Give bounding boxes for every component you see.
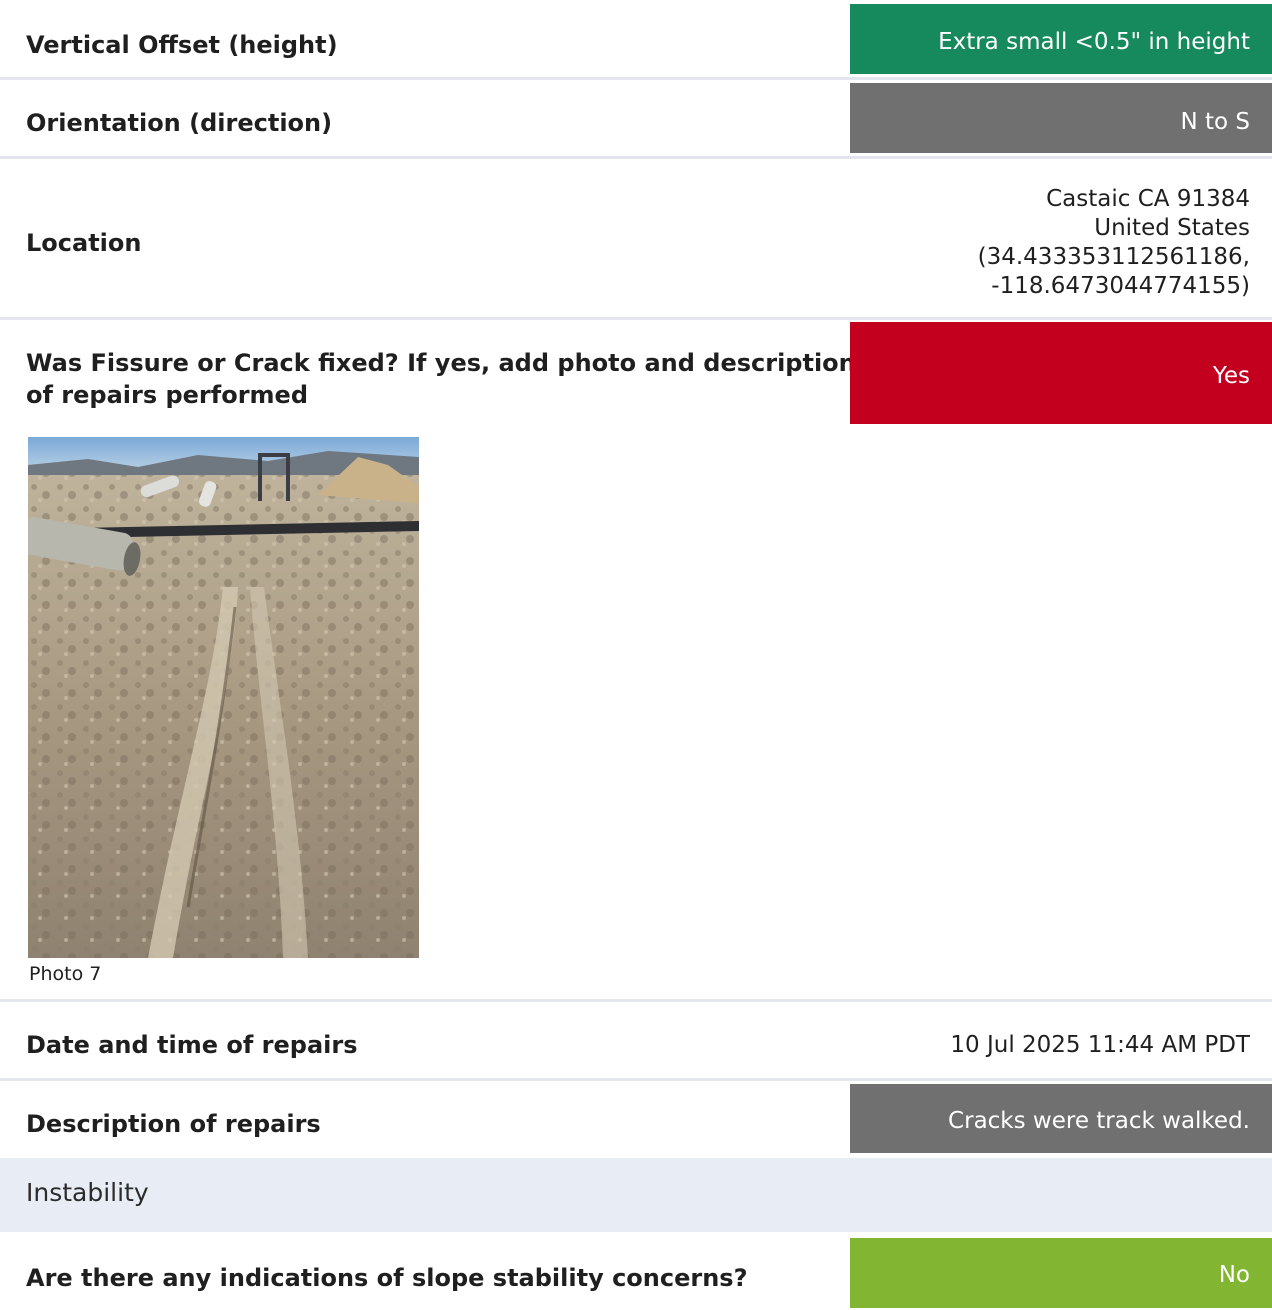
location-line: United States (1094, 215, 1250, 241)
row-vertical-offset: Vertical Offset (height) Extra small <0.… (0, 0, 1272, 78)
location-line: (34.433353112561186, (977, 244, 1250, 270)
row-slope-stability: Are there any indications of slope stabi… (0, 1234, 1272, 1310)
location-line: -118.6473044774155) (991, 273, 1250, 299)
repair-description-value: Cracks were track walked. (850, 1084, 1272, 1153)
repair-description-label: Description of repairs (26, 1110, 321, 1138)
fissure-fixed-label-line: of repairs performed (26, 381, 308, 409)
section-title: Instability (26, 1178, 149, 1207)
slope-stability-value: No (850, 1238, 1272, 1308)
photo-caption: Photo 7 (29, 963, 102, 985)
row-orientation: Orientation (direction) N to S (0, 80, 1272, 158)
fissure-fixed-value: Yes (850, 322, 1272, 424)
repair-date-label: Date and time of repairs (26, 1031, 358, 1059)
location-address: Castaic CA 91384 United States (34.43335… (978, 185, 1250, 301)
row-repair-date: Date and time of repairs 10 Jul 2025 11:… (0, 1002, 1272, 1078)
fissure-fixed-label: Was Fissure or Crack fixed? If yes, add … (26, 347, 856, 411)
location-line: Castaic CA 91384 (1046, 186, 1250, 212)
location-label: Location (26, 229, 142, 257)
vertical-offset-value: Extra small <0.5" in height (850, 4, 1272, 74)
row-location: Location Castaic CA 91384 United States … (0, 159, 1272, 317)
orientation-label: Orientation (direction) (26, 109, 333, 137)
orientation-value: N to S (850, 83, 1272, 153)
vertical-offset-label: Vertical Offset (height) (26, 31, 338, 59)
repair-photo[interactable] (28, 437, 419, 958)
repair-date-value: 10 Jul 2025 11:44 AM PDT (950, 1032, 1250, 1058)
slope-stability-label: Are there any indications of slope stabi… (26, 1264, 748, 1292)
section-header-instability: Instability (0, 1158, 1272, 1232)
row-repair-description: Description of repairs Cracks were track… (0, 1081, 1272, 1159)
fissure-fixed-label-line: Was Fissure or Crack fixed? If yes, add … (26, 349, 856, 377)
